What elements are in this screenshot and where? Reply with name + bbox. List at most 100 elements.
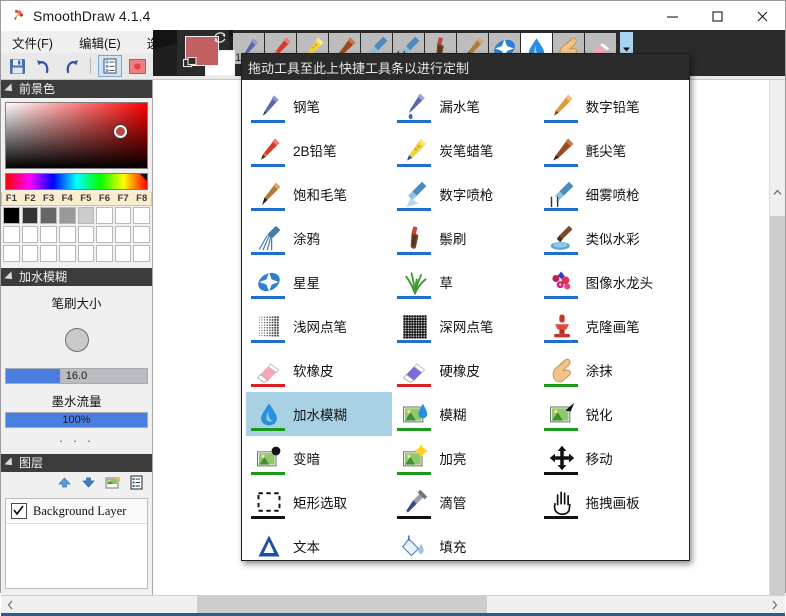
layer-properties-icon[interactable] [105,476,121,495]
tool-item[interactable]: 克隆画笔 [539,304,685,348]
tool-item[interactable]: 填充 [392,524,538,560]
hue-strip[interactable] [5,173,148,190]
layer-visibility-checkbox[interactable] [11,503,27,519]
tool-item[interactable]: 数字喷枪 [392,172,538,216]
palette-swatch[interactable] [77,245,95,262]
tool-item[interactable]: 钢笔 [246,84,392,128]
tool-item[interactable]: 星星 [246,260,392,304]
palette-swatch[interactable] [58,207,76,224]
tool-item[interactable]: 文本 [246,524,392,560]
palette-swatch[interactable] [133,207,150,224]
palette-swatch[interactable] [77,207,95,224]
brush-panel-header[interactable]: 加水模糊 [1,268,152,286]
scroll-up-arrow-icon[interactable] [770,185,785,200]
collapse-triangle-icon[interactable] [4,83,16,95]
tool-item[interactable]: 滴管 [392,480,538,524]
horizontal-scrollbar[interactable] [1,595,785,613]
tool-item[interactable]: 草 [392,260,538,304]
sv-cursor[interactable] [114,125,127,138]
tool-item[interactable]: 浅网点笔 [246,304,392,348]
palette-swatch[interactable] [58,226,76,243]
tool-item[interactable]: 深网点笔 [392,304,538,348]
palette-swatch[interactable] [96,207,113,224]
tool-item[interactable]: 涂鸦 [246,216,392,260]
tool-category-underline [543,164,578,167]
tool-item[interactable]: 漏水笔 [392,84,538,128]
tool-item[interactable]: 移动 [539,436,685,480]
tool-item[interactable]: 加亮 [392,436,538,480]
tool-item[interactable]: 数字铅笔 [539,84,685,128]
save-button[interactable] [5,55,29,77]
palette-swatch[interactable] [114,245,132,262]
default-colors-icon[interactable] [182,55,197,73]
color-picker [1,98,152,190]
collapse-triangle-icon[interactable] [4,457,16,469]
layer-list[interactable]: Background Layer [5,498,148,589]
vertical-scroll-thumb[interactable] [770,216,785,595]
palette-swatch[interactable] [3,207,20,224]
record-button[interactable] [125,55,149,77]
palette-swatch[interactable] [3,226,20,243]
move-layer-down-icon[interactable] [81,476,96,494]
palette-swatch[interactable] [96,245,113,262]
palette-swatch[interactable] [114,226,132,243]
color-panel-header[interactable]: 前景色 [1,80,152,98]
palette-swatch[interactable] [58,245,76,262]
tool-item[interactable]: 硬橡皮 [392,348,538,392]
tool-item[interactable]: 鬃刷 [392,216,538,260]
leaky-pen-icon [400,91,430,121]
collapse-triangle-icon[interactable] [4,271,16,283]
tool-item[interactable]: 细雾喷枪 [539,172,685,216]
tool-item[interactable]: 2B铅笔 [246,128,392,172]
tool-item[interactable]: 模糊 [392,392,538,436]
tool-flyout-panel[interactable]: 拖动工具至此上快捷工具条以进行定制 钢笔 漏水笔 数字铅笔 2B铅笔 炭笔蜡笔 氈尖笔 饱和… [241,53,690,561]
properties-button[interactable] [98,55,122,77]
list-item[interactable]: Background Layer [6,499,147,524]
tool-item[interactable]: 加水模糊 [246,392,393,436]
tool-item[interactable]: 锐化 [539,392,685,436]
more-options-button[interactable]: · · · [1,433,152,448]
minimize-button[interactable] [650,1,695,31]
tool-item[interactable]: 类似水彩 [539,216,685,260]
undo-button[interactable] [32,55,56,77]
palette-swatch[interactable] [3,245,20,262]
tool-item[interactable]: 饱和毛笔 [246,172,392,216]
menu-file[interactable]: 文件(F) [9,31,56,54]
tool-item[interactable]: 软橡皮 [246,348,392,392]
tool-item[interactable]: 拖拽画板 [539,480,685,524]
palette-swatch[interactable] [96,226,113,243]
palette-swatch[interactable] [114,207,132,224]
scroll-left-arrow-icon[interactable] [1,600,19,610]
tool-item[interactable]: 涂抹 [539,348,685,392]
palette-swatch[interactable] [21,245,39,262]
horizontal-scroll-thumb[interactable] [197,596,487,613]
new-layer-icon[interactable] [130,475,144,495]
saturation-value-field[interactable] [5,102,148,169]
palette-swatch[interactable] [40,245,57,262]
tool-item[interactable]: 氈尖笔 [539,128,685,172]
palette-swatch[interactable] [40,226,57,243]
palette-swatch[interactable] [40,207,57,224]
scroll-right-arrow-icon[interactable] [765,600,783,610]
tool-item[interactable]: 炭笔蜡笔 [392,128,538,172]
layer-panel-header[interactable]: 图层 [1,454,152,472]
ink-flow-slider[interactable]: 100% [5,412,148,428]
move-layer-up-icon[interactable] [57,476,72,494]
tool-item[interactable]: 图像水龙头 [539,260,685,304]
palette-swatch[interactable] [133,226,150,243]
tool-grid[interactable]: 钢笔 漏水笔 数字铅笔 2B铅笔 炭笔蜡笔 氈尖笔饱和毛笔 数字喷枪 细雾喷枪涂鸦 鬃刷 类似水… [242,80,689,560]
palette-swatch[interactable] [133,245,150,262]
menu-edit[interactable]: 编辑(E) [76,31,124,54]
tool-item[interactable]: 矩形选取 [246,480,392,524]
close-button[interactable] [740,1,785,31]
palette-swatch[interactable] [21,207,39,224]
fg-bg-color-widget[interactable] [177,30,235,76]
tool-item[interactable]: 变暗 [246,436,392,480]
vertical-scrollbar[interactable] [769,80,785,595]
palette-swatch[interactable] [21,226,39,243]
brush-size-slider[interactable]: 16.0 [5,368,148,384]
swap-colors-icon[interactable] [213,31,227,49]
maximize-button[interactable] [695,1,740,31]
palette-swatch[interactable] [77,226,95,243]
redo-button[interactable] [59,55,83,77]
